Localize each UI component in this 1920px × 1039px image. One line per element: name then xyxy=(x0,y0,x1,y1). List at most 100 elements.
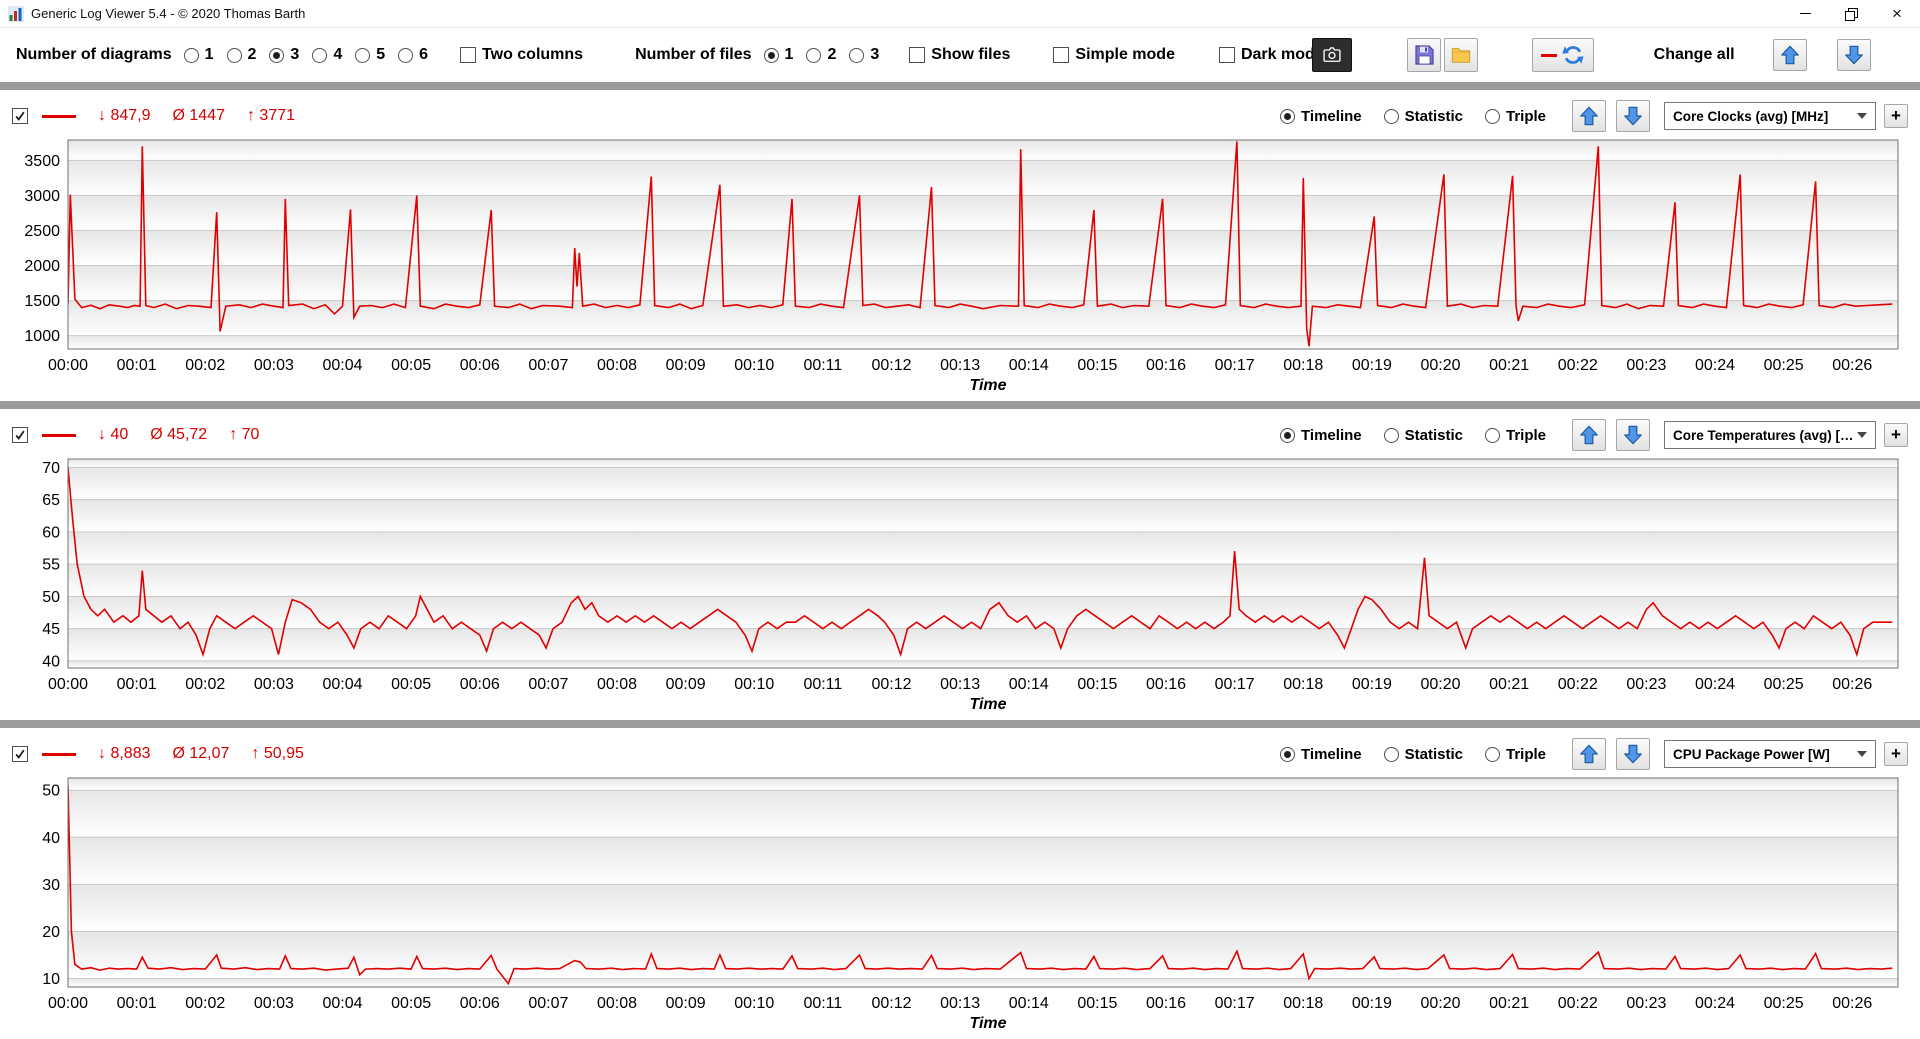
y-tick-label: 3500 xyxy=(24,153,60,170)
diagrams-option-4[interactable]: 4 xyxy=(312,46,342,64)
y-tick-label: 3000 xyxy=(24,188,60,205)
x-axis-title: Time xyxy=(12,377,1908,399)
camera-icon xyxy=(1320,45,1344,65)
radio-icon xyxy=(764,48,779,63)
view-mode-radios: Timeline Statistic Triple xyxy=(1280,427,1546,444)
x-tick-label: 00:16 xyxy=(1146,995,1186,1012)
x-tick-label: 00:00 xyxy=(48,676,88,693)
metric-dropdown[interactable]: CPU Package Power [W] xyxy=(1664,740,1876,768)
checkbox-icon xyxy=(909,47,925,63)
two-columns-checkbox[interactable]: Two columns xyxy=(460,46,583,64)
x-tick-label: 00:17 xyxy=(1215,676,1255,693)
add-metric-button[interactable]: + xyxy=(1884,423,1908,447)
x-tick-label: 00:00 xyxy=(48,357,88,374)
metric-dropdown[interactable]: Core Temperatures (avg) [°C] xyxy=(1664,421,1876,449)
y-tick-label: 50 xyxy=(42,589,60,606)
change-all-up-button[interactable] xyxy=(1773,39,1807,71)
series-visible-checkbox[interactable] xyxy=(12,427,28,443)
chart-plot[interactable]: 102030405000:0000:0100:0200:0300:0400:05… xyxy=(12,772,1908,1015)
x-tick-label: 00:02 xyxy=(185,676,225,693)
y-tick-label: 30 xyxy=(42,877,60,894)
metric-down-button[interactable] xyxy=(1616,738,1650,770)
metric-up-button[interactable] xyxy=(1572,100,1606,132)
close-button[interactable]: × xyxy=(1874,0,1920,27)
x-tick-label: 00:17 xyxy=(1215,357,1255,374)
radio-icon xyxy=(227,48,242,63)
add-metric-button[interactable]: + xyxy=(1884,104,1908,128)
files-option-1[interactable]: 1 xyxy=(764,46,794,64)
chart-header: ↓ 847,9 Ø 1447 ↑ 3771 Timeline Statistic… xyxy=(12,98,1908,134)
view-timeline-radio[interactable]: Timeline xyxy=(1280,746,1362,763)
show-files-checkbox[interactable]: Show files xyxy=(909,46,1010,64)
chart-plot[interactable]: 10001500200025003000350000:0000:0100:020… xyxy=(12,134,1908,377)
x-tick-label: 00:24 xyxy=(1695,676,1735,693)
arrow-down-icon xyxy=(1622,105,1644,127)
radio-icon xyxy=(1384,428,1399,443)
screenshot-button[interactable] xyxy=(1312,38,1352,72)
y-tick-label: 1500 xyxy=(24,293,60,310)
x-tick-label: 00:22 xyxy=(1558,676,1598,693)
view-timeline-radio[interactable]: Timeline xyxy=(1280,108,1362,125)
view-statistic-radio[interactable]: Statistic xyxy=(1384,108,1463,125)
change-all-down-button[interactable] xyxy=(1837,39,1871,71)
arrow-down-icon xyxy=(1843,44,1865,66)
files-option-3[interactable]: 3 xyxy=(849,46,879,64)
save-button[interactable] xyxy=(1407,38,1441,72)
files-option-2[interactable]: 2 xyxy=(806,46,836,64)
reload-button[interactable] xyxy=(1532,38,1594,72)
metric-up-button[interactable] xyxy=(1572,738,1606,770)
plot-band xyxy=(68,979,1898,987)
metric-down-button[interactable] xyxy=(1616,419,1650,451)
dark-mode-checkbox[interactable]: Dark mode xyxy=(1219,46,1324,64)
y-tick-label: 1000 xyxy=(24,328,60,345)
x-tick-label: 00:12 xyxy=(871,676,911,693)
x-tick-label: 00:20 xyxy=(1420,357,1460,374)
chart-canvas: 10001500200025003000350000:0000:0100:020… xyxy=(12,134,1908,377)
minimize-icon xyxy=(1800,13,1811,14)
plot-band xyxy=(68,564,1898,596)
diagrams-option-2[interactable]: 2 xyxy=(227,46,257,64)
x-tick-label: 00:08 xyxy=(597,357,637,374)
diagrams-option-3[interactable]: 3 xyxy=(269,46,299,64)
metric-down-button[interactable] xyxy=(1616,100,1650,132)
metric-up-button[interactable] xyxy=(1572,419,1606,451)
chevron-down-icon xyxy=(1857,432,1867,438)
view-statistic-radio[interactable]: Statistic xyxy=(1384,746,1463,763)
view-triple-radio[interactable]: Triple xyxy=(1485,427,1546,444)
diagrams-option-1[interactable]: 1 xyxy=(184,46,214,64)
plot-band xyxy=(68,629,1898,661)
charts-container: ↓ 847,9 Ø 1447 ↑ 3771 Timeline Statistic… xyxy=(0,82,1920,1039)
minimize-button[interactable] xyxy=(1782,0,1828,27)
view-statistic-radio[interactable]: Statistic xyxy=(1384,427,1463,444)
diagrams-option-5[interactable]: 5 xyxy=(355,46,385,64)
view-mode-radios: Timeline Statistic Triple xyxy=(1280,746,1546,763)
plot-band xyxy=(68,500,1898,532)
view-triple-radio[interactable]: Triple xyxy=(1485,108,1546,125)
x-tick-label: 00:18 xyxy=(1283,995,1323,1012)
y-tick-label: 2500 xyxy=(24,223,60,240)
add-metric-button[interactable]: + xyxy=(1884,742,1908,766)
app-window: Generic Log Viewer 5.4 - © 2020 Thomas B… xyxy=(0,0,1920,1039)
stat-min: ↓ 8,883 xyxy=(98,745,150,763)
window-controls: × xyxy=(1782,0,1920,27)
number-of-files-label: Number of files xyxy=(635,46,751,64)
x-tick-label: 00:24 xyxy=(1695,995,1735,1012)
diagrams-option-6[interactable]: 6 xyxy=(398,46,428,64)
number-of-diagrams-radios: 1 2 3 4 5 6 xyxy=(184,46,428,64)
metric-dropdown[interactable]: Core Clocks (avg) [MHz] xyxy=(1664,102,1876,130)
view-timeline-radio[interactable]: Timeline xyxy=(1280,427,1362,444)
maximize-button[interactable] xyxy=(1828,0,1874,27)
radio-icon xyxy=(1280,428,1295,443)
x-tick-label: 00:15 xyxy=(1077,357,1117,374)
series-visible-checkbox[interactable] xyxy=(12,746,28,762)
window-title: Generic Log Viewer 5.4 - © 2020 Thomas B… xyxy=(31,6,305,21)
chart-plot[interactable]: 4045505560657000:0000:0100:0200:0300:040… xyxy=(12,453,1908,696)
view-triple-radio[interactable]: Triple xyxy=(1485,746,1546,763)
open-folder-button[interactable] xyxy=(1444,38,1478,72)
chevron-down-icon xyxy=(1857,113,1867,119)
series-visible-checkbox[interactable] xyxy=(12,108,28,124)
series-color-line xyxy=(42,115,76,118)
x-tick-label: 00:15 xyxy=(1077,995,1117,1012)
x-tick-label: 00:04 xyxy=(322,995,362,1012)
simple-mode-checkbox[interactable]: Simple mode xyxy=(1053,46,1175,64)
